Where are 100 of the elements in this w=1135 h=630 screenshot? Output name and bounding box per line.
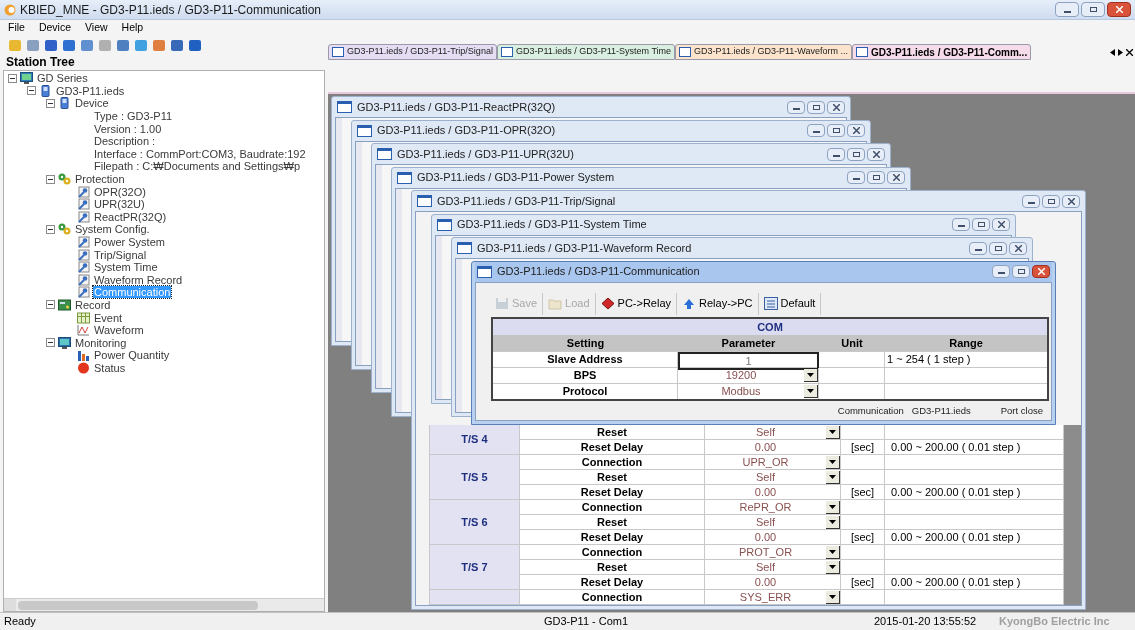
close-button[interactable] <box>1009 241 1027 255</box>
close-button[interactable] <box>1062 194 1080 208</box>
tree-item[interactable]: Waveform Record <box>93 273 184 286</box>
maximize-button[interactable] <box>807 100 825 114</box>
tree-item[interactable]: ReactPR(32Q) <box>93 210 168 223</box>
dropdown-arrow-button[interactable] <box>826 515 840 529</box>
tree-item[interactable]: Power System <box>93 236 166 248</box>
tree-item[interactable]: Device <box>74 97 110 110</box>
minimize-button[interactable] <box>1055 2 1079 17</box>
tree-item[interactable]: Waveform <box>93 324 145 337</box>
maximize-button[interactable] <box>989 241 1007 255</box>
parameter-input[interactable]: 1 <box>678 351 819 370</box>
tree-item[interactable]: Protection <box>74 173 126 186</box>
tree-item[interactable]: Record <box>74 299 112 311</box>
toolbar-icon[interactable] <box>116 38 130 52</box>
dropdown-field[interactable]: PROT_OR <box>705 545 841 560</box>
tree-item[interactable]: System Time <box>93 261 159 274</box>
minimize-button[interactable] <box>969 241 987 255</box>
tree-item[interactable]: Trip/Signal <box>93 248 148 261</box>
minimize-button[interactable] <box>1022 194 1040 208</box>
dropdown-arrow-button[interactable] <box>826 470 840 484</box>
dropdown-arrow-button[interactable] <box>826 500 840 514</box>
dropdown-arrow-button[interactable] <box>826 590 840 604</box>
minimize-button[interactable] <box>847 171 865 184</box>
dropdown-field[interactable]: UPR_OR <box>705 455 841 470</box>
toolbar-icon[interactable] <box>170 38 184 52</box>
maximize-button[interactable] <box>1081 2 1105 17</box>
value-field[interactable]: 0.00 <box>705 440 841 455</box>
minimize-button[interactable] <box>827 147 845 161</box>
collapse-toggle[interactable] <box>8 73 17 83</box>
dropdown-arrow-button[interactable] <box>826 425 840 439</box>
close-button[interactable] <box>847 124 865 137</box>
close-button[interactable] <box>867 147 885 161</box>
collapse-toggle[interactable] <box>46 174 55 184</box>
tree-item[interactable]: Monitoring <box>74 336 128 349</box>
collapse-toggle[interactable] <box>46 300 55 310</box>
tree-item[interactable]: UPR(32U) <box>93 198 146 211</box>
dropdown-field[interactable]: SYS_ERR <box>705 590 841 605</box>
dropdown-field[interactable]: Self <box>705 515 841 530</box>
dropdown-field[interactable]: RePR_OR <box>705 500 841 515</box>
tree-item[interactable]: Type : GD3-P11 <box>93 110 174 123</box>
toolbar-icon[interactable] <box>188 38 202 52</box>
value-field[interactable]: 0.00 <box>705 485 841 500</box>
dropdown-arrow-button[interactable] <box>826 560 840 574</box>
maximize-button[interactable] <box>847 147 865 161</box>
document-tab[interactable]: GD3-P11.ieds / GD3-P11-Waveform ... <box>675 44 852 60</box>
minimize-button[interactable] <box>952 218 970 231</box>
toolbar-icon[interactable] <box>80 38 94 52</box>
minimize-button[interactable] <box>992 265 1010 278</box>
collapse-toggle[interactable] <box>46 338 55 348</box>
toolbar-button[interactable]: PC->Relay <box>595 292 678 315</box>
tree-item[interactable]: GD3-P11.ieds <box>55 84 126 97</box>
toolbar-button[interactable]: Default <box>758 292 822 315</box>
toolbar-icon[interactable] <box>62 38 76 52</box>
tree-item[interactable]: GD Series <box>36 72 89 85</box>
dropdown-arrow-button[interactable] <box>826 455 840 469</box>
value-field[interactable]: 0.00 <box>705 530 841 545</box>
tree-item[interactable]: OPR(32O) <box>93 185 147 198</box>
menu-item[interactable]: Help <box>121 19 144 36</box>
horizontal-scrollbar[interactable] <box>4 598 324 611</box>
dropdown-arrow-button[interactable] <box>826 545 840 559</box>
close-button[interactable] <box>992 218 1010 231</box>
toolbar-button[interactable]: Relay->PC <box>677 292 759 315</box>
maximize-button[interactable] <box>827 124 845 137</box>
maximize-button[interactable] <box>972 218 990 231</box>
close-button[interactable] <box>887 171 905 184</box>
menu-item[interactable]: File <box>8 19 25 36</box>
document-tab[interactable]: GD3-P11.ieds / GD3-P11-Trip/Signal <box>328 44 497 60</box>
collapse-toggle[interactable] <box>46 99 55 108</box>
close-button[interactable] <box>1032 265 1050 278</box>
toolbar-icon[interactable] <box>134 38 148 52</box>
tree-item[interactable]: Description : <box>93 135 157 148</box>
maximize-button[interactable] <box>1012 265 1030 278</box>
minimize-button[interactable] <box>807 124 825 137</box>
document-tab[interactable]: GD3-P11.ieds / GD3-P11-System Time <box>496 44 676 60</box>
tree-item[interactable]: Status <box>93 361 127 374</box>
parameter-dropdown[interactable]: 19200 <box>678 367 819 383</box>
scroll-right-icon[interactable] <box>1118 49 1123 56</box>
dropdown-field[interactable]: Self <box>705 470 841 485</box>
collapse-toggle[interactable] <box>27 86 36 96</box>
value-field[interactable]: 0.00 <box>705 575 841 590</box>
scroll-left-icon[interactable] <box>1110 49 1115 56</box>
toolbar-icon[interactable] <box>44 38 58 52</box>
close-button[interactable] <box>1107 2 1131 17</box>
toolbar-icon[interactable] <box>152 38 166 52</box>
document-tab[interactable]: GD3-P11.ieds / GD3-P11-Comm... <box>852 44 1032 60</box>
close-icon[interactable] <box>1126 49 1133 56</box>
dropdown-field[interactable]: Self <box>705 560 841 575</box>
collapse-toggle[interactable] <box>46 224 55 234</box>
tree-item[interactable]: Event <box>93 311 124 324</box>
tree-item[interactable]: Power Quantity <box>93 349 171 362</box>
tree-item[interactable]: System Config. <box>74 223 151 236</box>
close-button[interactable] <box>827 100 845 114</box>
menu-item[interactable]: Device <box>38 19 72 36</box>
tree-item[interactable]: Interface : CommPort:COM3, Baudrate:192 <box>93 147 307 160</box>
parameter-dropdown[interactable]: Modbus <box>678 383 819 399</box>
menu-item[interactable]: View <box>85 19 108 36</box>
maximize-button[interactable] <box>867 171 885 184</box>
tree-item[interactable]: Filepath : C:₩Documents and Settings₩p <box>93 160 302 173</box>
tree-item[interactable]: Version : 1.00 <box>93 122 163 135</box>
